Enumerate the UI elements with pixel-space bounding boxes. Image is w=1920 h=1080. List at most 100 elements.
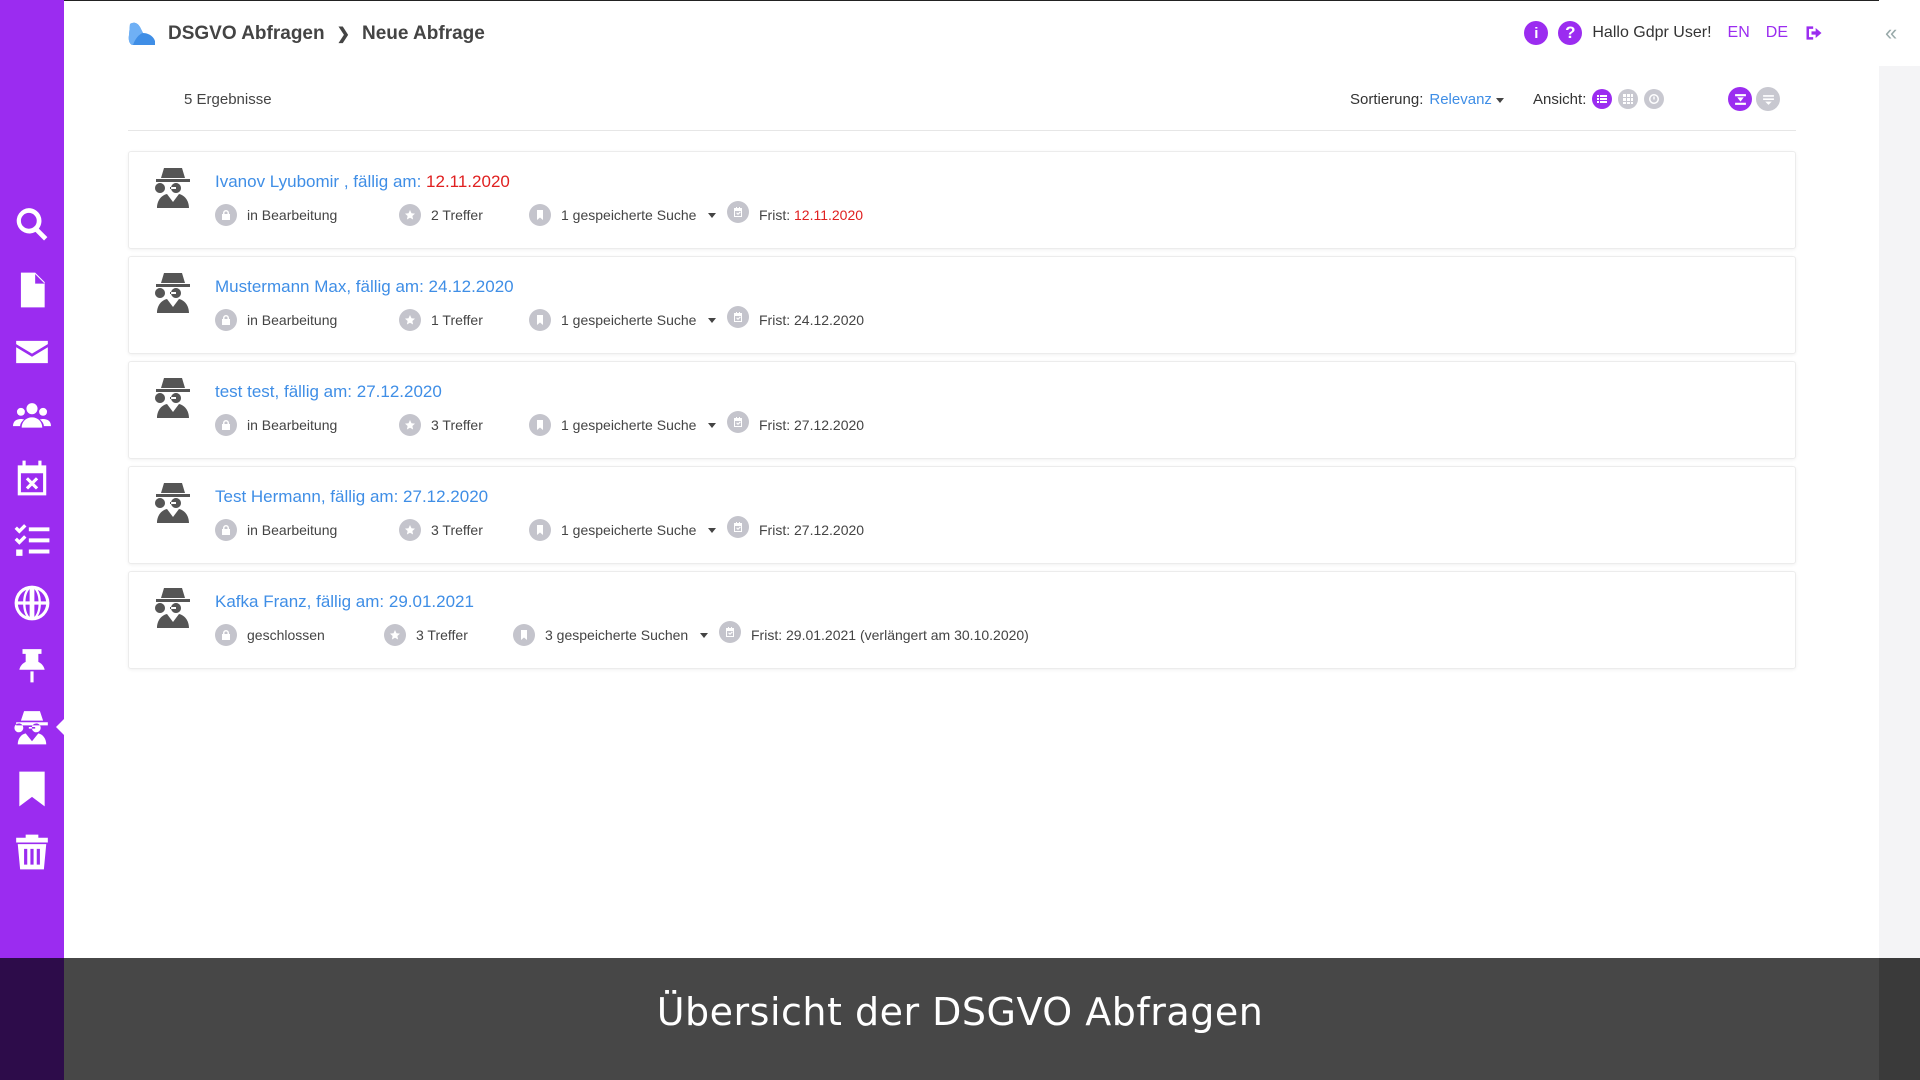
deadline-label: Frist: (759, 312, 791, 328)
deadline-extension: (verlängert am 30.10.2020) (859, 627, 1029, 643)
bookmark-icon (513, 624, 535, 646)
request-hits: 3 Treffer (431, 522, 483, 538)
request-title: Ivanov Lyubomir , fällig am: (215, 172, 422, 191)
request-due-date: 29.01.2021 (388, 592, 474, 611)
status-field: in Bearbeitung (215, 519, 337, 541)
app-logo (128, 22, 155, 45)
calendar-check-icon (719, 621, 741, 643)
calendar-check-icon (727, 516, 749, 538)
bookmark-icon (529, 309, 551, 331)
request-list: Ivanov Lyubomir , fällig am: 12.11.2020 i… (128, 151, 1796, 676)
user-greeting: Hallo Gdpr User! (1592, 24, 1712, 41)
mail-icon[interactable] (10, 330, 54, 374)
users-icon[interactable] (10, 393, 54, 437)
status-field: geschlossen (215, 624, 325, 646)
lock-icon (215, 414, 237, 436)
bookmark-icon (529, 204, 551, 226)
search-icon[interactable] (10, 202, 54, 246)
hits-field: 3 Treffer (399, 414, 483, 436)
breadcrumb: DSGVO Abfragen ❯ Neue Abfrage (168, 23, 485, 45)
status-field: in Bearbeitung (215, 309, 337, 331)
caption-bar: Übersicht der DSGVO Abfragen (0, 958, 1920, 1080)
lock-icon (215, 519, 237, 541)
sort-order-switcher (1728, 87, 1780, 111)
lang-de-link[interactable]: DE (1766, 24, 1788, 42)
help-icon[interactable]: ? (1558, 21, 1583, 45)
calendar-check-icon (727, 306, 749, 328)
caret-down-icon (700, 632, 709, 638)
deadline-label: Frist: (759, 417, 791, 433)
star-icon (399, 414, 421, 436)
request-saved-searches: 1 gespeicherte Suche (561, 417, 697, 433)
pin-icon[interactable] (10, 643, 54, 687)
request-saved-searches: 3 gespeicherte Suchen (545, 627, 689, 643)
request-due-date: 27.12.2020 (356, 382, 442, 401)
bookmark-icon[interactable] (10, 767, 54, 811)
sort-ascending-icon[interactable] (1728, 87, 1752, 111)
list-view-icon[interactable] (1592, 89, 1613, 109)
caret-down-icon (708, 527, 717, 533)
star-icon (399, 309, 421, 331)
logout-icon[interactable] (1804, 23, 1824, 43)
request-title-link[interactable]: test test, fällig am: 27.12.2020 (215, 382, 442, 402)
calendar-x-icon[interactable] (10, 456, 54, 500)
spy-avatar-icon (155, 481, 191, 523)
request-status: in Bearbeitung (247, 207, 338, 223)
request-title-link[interactable]: Kafka Franz, fällig am: 29.01.2021 (215, 592, 474, 612)
request-title: test test, fällig am: (215, 382, 352, 401)
spy-icon[interactable] (10, 705, 54, 749)
deadline-date: 27.12.2020 (794, 417, 865, 433)
request-saved-searches: 1 gespeicherte Suche (561, 207, 697, 223)
request-title-link[interactable]: Ivanov Lyubomir , fällig am: 12.11.2020 (215, 172, 510, 192)
checklist-icon[interactable] (10, 518, 54, 562)
saved-search-dropdown[interactable]: 1 gespeicherte Suche (529, 309, 717, 331)
hits-field: 1 Treffer (399, 309, 483, 331)
trash-icon[interactable] (10, 830, 54, 874)
deadline-field: Frist: 24.12.2020 (727, 306, 864, 328)
user-area: i ? Hallo Gdpr User! EN DE (1524, 21, 1824, 45)
sort-descending-icon[interactable] (1756, 87, 1780, 111)
hits-field: 3 Treffer (384, 624, 468, 646)
request-title-link[interactable]: Test Hermann, fällig am: 27.12.2020 (215, 487, 488, 507)
request-card[interactable]: Mustermann Max, fällig am: 24.12.2020 in … (128, 256, 1796, 354)
request-card[interactable]: Kafka Franz, fällig am: 29.01.2021 geschl… (128, 571, 1796, 669)
request-title-link[interactable]: Mustermann Max, fällig am: 24.12.2020 (215, 277, 514, 297)
request-hits: 3 Treffer (431, 417, 483, 433)
request-title: Kafka Franz, fällig am: (215, 592, 385, 611)
sort-dropdown[interactable]: Relevanz (1429, 91, 1504, 108)
star-icon (384, 624, 406, 646)
status-field: in Bearbeitung (215, 414, 337, 436)
breadcrumb-root[interactable]: DSGVO Abfragen (168, 23, 325, 45)
saved-search-dropdown[interactable]: 1 gespeicherte Suche (529, 204, 717, 226)
right-panel-strip (1879, 66, 1920, 958)
hits-field: 2 Treffer (399, 204, 483, 226)
request-due-date: 24.12.2020 (428, 277, 514, 296)
saved-search-dropdown[interactable]: 1 gespeicherte Suche (529, 519, 717, 541)
spy-avatar-icon (155, 586, 191, 628)
timeline-view-icon[interactable] (1644, 89, 1665, 109)
request-hits: 1 Treffer (431, 312, 483, 328)
document-icon[interactable] (10, 268, 54, 312)
saved-search-dropdown[interactable]: 1 gespeicherte Suche (529, 414, 717, 436)
info-icon[interactable]: i (1524, 21, 1549, 45)
saved-search-dropdown[interactable]: 3 gespeicherte Suchen (513, 624, 709, 646)
deadline-field: Frist: 27.12.2020 (727, 411, 865, 433)
request-card[interactable]: Ivanov Lyubomir , fällig am: 12.11.2020 i… (128, 151, 1796, 249)
results-toolbar: 5 Ergebnisse Sortierung: Relevanz Ansich… (128, 79, 1796, 131)
request-hits: 2 Treffer (431, 207, 483, 223)
grid-view-icon[interactable] (1618, 89, 1639, 109)
star-icon (399, 519, 421, 541)
lock-icon (215, 624, 237, 646)
sort-value: Relevanz (1429, 91, 1492, 108)
deadline-label: Frist: (759, 207, 791, 223)
sidebar (0, 0, 65, 958)
request-card[interactable]: test test, fällig am: 27.12.2020 in Bearb… (128, 361, 1796, 459)
collapse-panel-icon[interactable]: « (1885, 20, 1897, 46)
status-field: in Bearbeitung (215, 204, 337, 226)
request-status: geschlossen (247, 627, 325, 643)
deadline-label: Frist: (759, 522, 791, 538)
caption-text: Übersicht der DSGVO Abfragen (656, 990, 1264, 1034)
globe-icon[interactable] (10, 581, 54, 625)
lang-en-link[interactable]: EN (1728, 24, 1750, 42)
request-card[interactable]: Test Hermann, fällig am: 27.12.2020 in Be… (128, 466, 1796, 564)
